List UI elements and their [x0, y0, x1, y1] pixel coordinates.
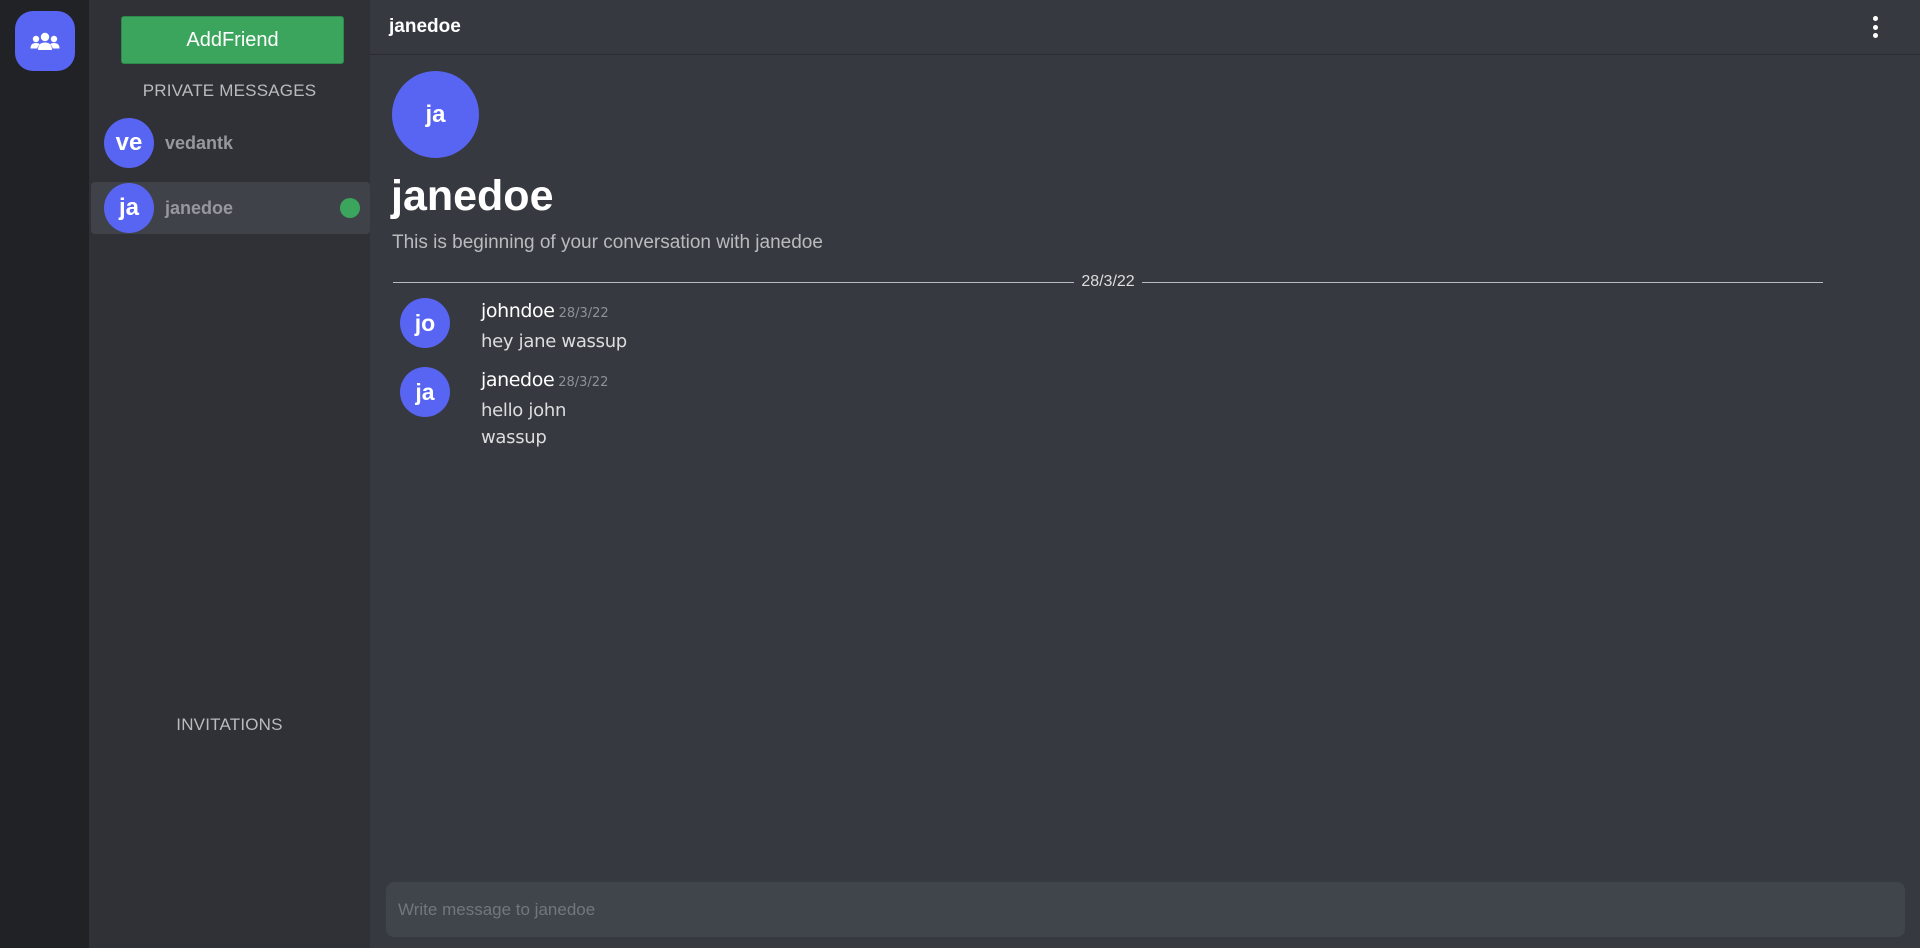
- kebab-menu-icon[interactable]: [1865, 14, 1885, 40]
- message-author: janedoe: [481, 369, 555, 391]
- message-author: johndoe: [481, 300, 555, 322]
- date-divider: 28/3/22: [393, 272, 1824, 292]
- conversation-title: janedoe: [391, 172, 554, 220]
- avatar: ja: [104, 183, 154, 233]
- people-group-icon: [30, 32, 60, 50]
- conversation-avatar: ja: [392, 71, 479, 158]
- conversation-subtitle: This is beginning of your conversation w…: [392, 232, 823, 253]
- message-timestamp: 28/3/22: [558, 306, 609, 321]
- message-author-row: janedoe 28/3/22: [481, 369, 608, 391]
- message-text: hey jane wassup: [481, 331, 627, 352]
- divider-date: 28/3/22: [1081, 273, 1135, 290]
- message-text: hello john: [481, 400, 567, 421]
- message-timestamp: 28/3/22: [558, 375, 609, 390]
- chat-header-title: janedoe: [389, 16, 461, 37]
- dm-item-vedantk[interactable]: ve vedantk: [91, 117, 370, 169]
- invitations-title: INVITATIONS: [176, 715, 283, 734]
- chat-main: janedoe ja janedoe This is beginning of …: [370, 0, 1920, 948]
- message-text: wassup: [481, 427, 547, 448]
- online-status-dot: [340, 198, 360, 218]
- chat-header: janedoe: [370, 0, 1920, 55]
- sidebar: AddFriend PRIVATE MESSAGES ve vedantk ja…: [89, 0, 370, 948]
- dm-name: vedantk: [165, 133, 234, 153]
- chat-app: AddFriend PRIVATE MESSAGES ve vedantk ja…: [0, 0, 1920, 948]
- dm-item-janedoe[interactable]: ja janedoe: [91, 182, 370, 234]
- avatar: ja: [400, 367, 450, 417]
- avatar: jo: [400, 298, 450, 348]
- private-messages-title: PRIVATE MESSAGES: [142, 81, 317, 100]
- divider-line: [393, 281, 1075, 283]
- avatar: ve: [104, 118, 154, 168]
- friends-button[interactable]: [15, 11, 75, 71]
- message-input[interactable]: [386, 882, 1905, 937]
- dm-name: janedoe: [165, 198, 234, 218]
- message-composer: [386, 882, 1905, 937]
- add-friend-button[interactable]: AddFriend: [121, 16, 344, 64]
- server-rail: [0, 0, 89, 948]
- divider-line: [1141, 281, 1824, 283]
- message-author-row: johndoe 28/3/22: [481, 300, 609, 322]
